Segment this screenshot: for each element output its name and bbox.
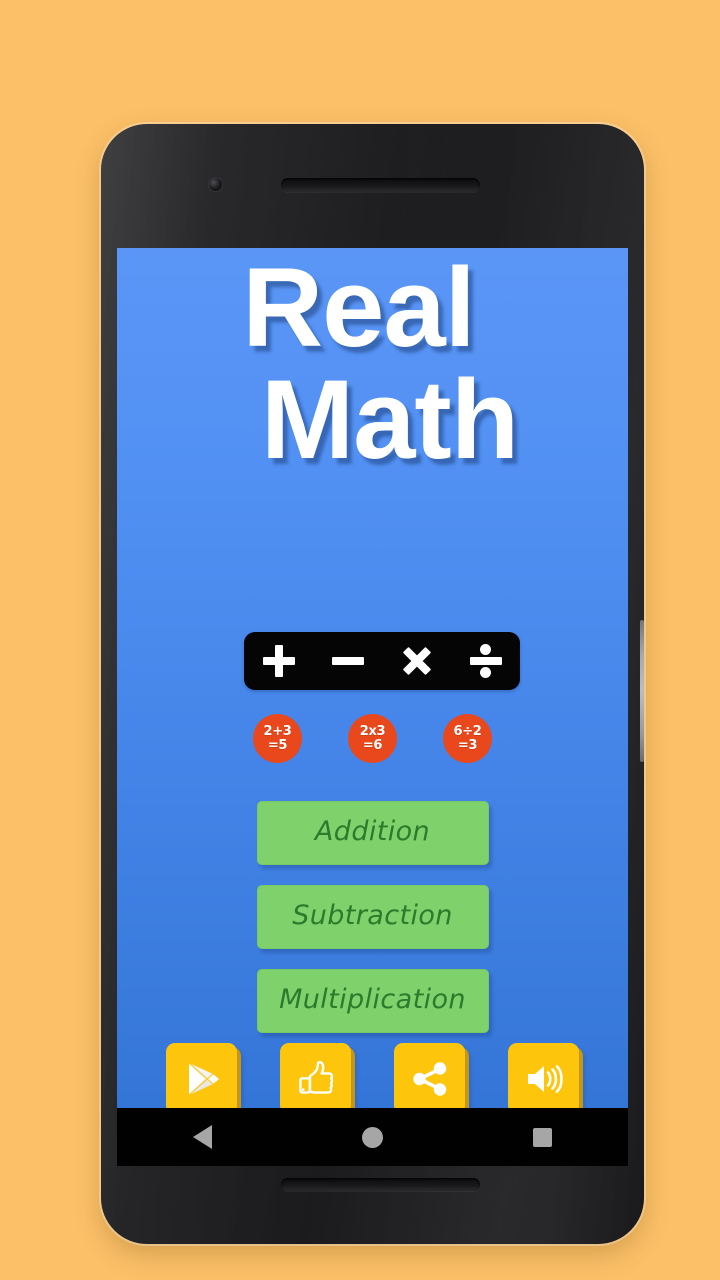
- example-bubble: 2x3 =6: [348, 714, 397, 763]
- example-bubble: 6÷2 =3: [443, 714, 492, 763]
- share-button[interactable]: [394, 1043, 465, 1114]
- android-navigation-bar: [117, 1108, 628, 1166]
- page-title: Real Math: [117, 252, 628, 476]
- subtraction-button[interactable]: Subtraction: [256, 885, 489, 949]
- sound-button[interactable]: [508, 1043, 579, 1114]
- phone-device-frame: Real Math 2+3 =5 2x3 =6 6÷2 =3 Addition …: [101, 124, 644, 1244]
- example-result: =5: [267, 737, 288, 753]
- footer-action-row: [117, 1043, 628, 1114]
- phone-screen: Real Math 2+3 =5 2x3 =6 6÷2 =3 Addition …: [117, 248, 628, 1166]
- app-content: Real Math 2+3 =5 2x3 =6 6÷2 =3 Addition …: [117, 248, 628, 1114]
- addition-button[interactable]: Addition: [256, 801, 489, 865]
- divide-icon: [464, 639, 508, 683]
- back-arrow-icon: [192, 1125, 212, 1149]
- example-bubble-row: 2+3 =5 2x3 =6 6÷2 =3: [117, 714, 628, 763]
- home-circle-icon: [361, 1126, 383, 1148]
- app-title-line-1: Real: [242, 248, 476, 370]
- bottom-speaker-grille: [281, 1178, 480, 1191]
- plus-icon: [257, 639, 301, 683]
- front-camera-icon: [209, 178, 222, 191]
- like-button[interactable]: [280, 1043, 351, 1114]
- minus-icon: [326, 639, 370, 683]
- example-expression: 2x3: [359, 723, 386, 739]
- example-expression: 6÷2: [453, 723, 482, 739]
- operator-symbol-strip: [244, 632, 520, 690]
- menu-button-list: Addition Subtraction Multiplication: [117, 801, 628, 1033]
- example-result: =3: [457, 737, 478, 753]
- nav-back-button[interactable]: [172, 1117, 232, 1157]
- example-bubble: 2+3 =5: [253, 714, 302, 763]
- app-title-line-2: Math: [260, 357, 519, 482]
- example-expression: 2+3: [263, 723, 292, 739]
- example-result: =6: [362, 737, 383, 753]
- multiplication-button[interactable]: Multiplication: [256, 969, 489, 1033]
- google-play-button[interactable]: [166, 1043, 237, 1114]
- thumbs-up-icon: [295, 1058, 337, 1100]
- nav-recents-button[interactable]: [513, 1117, 573, 1157]
- google-play-icon: [181, 1058, 223, 1100]
- share-icon: [409, 1058, 451, 1100]
- nav-home-button[interactable]: [342, 1117, 402, 1157]
- sound-icon: [523, 1058, 565, 1100]
- recents-square-icon: [533, 1127, 553, 1147]
- earpiece-speaker-grille: [281, 178, 480, 192]
- power-button[interactable]: [640, 620, 644, 762]
- multiply-icon: [395, 639, 439, 683]
